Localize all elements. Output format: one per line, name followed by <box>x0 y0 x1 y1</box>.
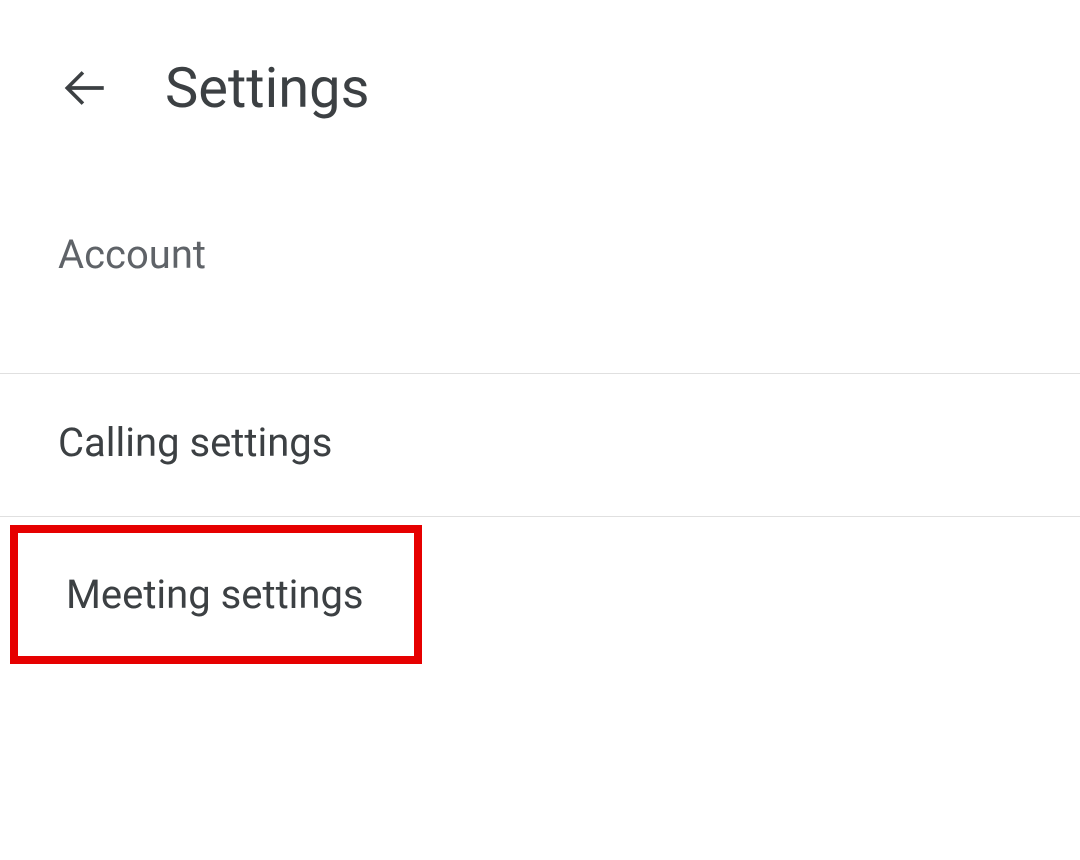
account-item[interactable]: Account <box>0 206 1080 373</box>
highlight-box: Meeting settings <box>10 525 422 664</box>
arrow-left-icon <box>60 63 110 113</box>
calling-settings-item[interactable]: Calling settings <box>0 374 1080 517</box>
meeting-settings-item[interactable]: Meeting settings <box>10 525 422 664</box>
settings-list: Account Calling settings Meeting setting… <box>0 206 1080 664</box>
account-section: Account <box>0 206 1080 374</box>
page-title: Settings <box>165 55 369 121</box>
back-button[interactable] <box>60 63 110 113</box>
header: Settings <box>0 0 1080 151</box>
